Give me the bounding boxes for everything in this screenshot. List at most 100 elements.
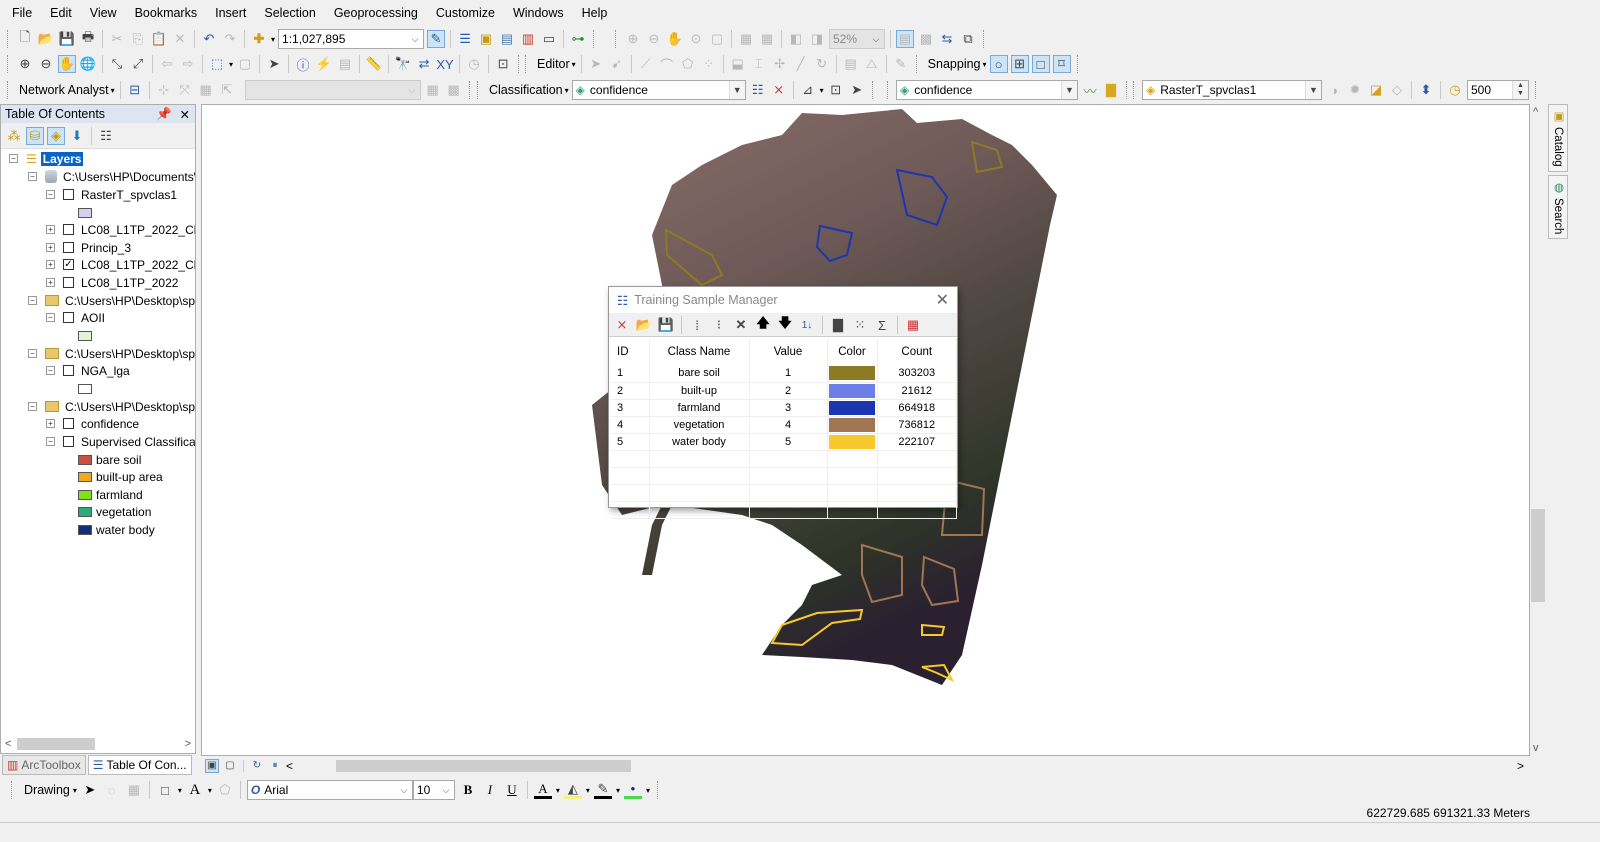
chevron-down-icon[interactable]: ▼ — [1061, 81, 1077, 99]
collapse-icon[interactable]: − — [46, 437, 55, 446]
model-builder-icon[interactable]: ⊶ — [569, 30, 587, 48]
marker-color-icon[interactable]: • — [623, 781, 642, 799]
fill-color-dropdown-icon[interactable]: ▾ — [586, 786, 590, 795]
histogram-icon[interactable]: ▇ — [1102, 81, 1120, 99]
paste-icon[interactable]: 📋 — [150, 30, 168, 48]
table-row[interactable]: 5 water body 5 222107 — [611, 433, 957, 451]
delete-icon[interactable]: ✕ — [732, 316, 750, 334]
fixed-zoom-in-icon[interactable]: ▦ — [737, 30, 755, 48]
text-dropdown-icon[interactable]: ▾ — [208, 786, 212, 795]
draw-dropdown-icon[interactable]: ▾ — [820, 86, 824, 95]
map-scale-combo[interactable]: 1:1,027,895 ⌵ — [278, 29, 425, 49]
delete-icon[interactable]: ✕ — [171, 30, 189, 48]
layer-visibility-checkbox[interactable] — [63, 277, 74, 288]
tab-arctoolbox[interactable]: ▥ ArcToolbox — [2, 755, 86, 775]
toc-group[interactable]: − C:\Users\HP\Desktop\spa — [28, 398, 195, 415]
cell-color[interactable] — [827, 382, 878, 400]
change-layout-icon[interactable]: ⇆ — [938, 30, 956, 48]
time-slider-icon[interactable]: ◷ — [465, 55, 483, 73]
zoom-whole-page-icon[interactable]: ⊙ — [687, 30, 705, 48]
layer-visibility-checkbox[interactable] — [63, 365, 74, 376]
build-network-icon[interactable]: ▦ — [197, 81, 215, 99]
layer-item[interactable]: + confidence — [46, 415, 139, 432]
sketch-properties-icon[interactable]: ⧍ — [863, 55, 881, 73]
close-icon[interactable]: ✕ — [936, 290, 949, 310]
fill-color-icon[interactable]: ◭ — [563, 781, 582, 799]
toolbar-grip[interactable] — [871, 81, 875, 99]
line-color-dropdown-icon[interactable]: ▾ — [616, 786, 620, 795]
layer-visibility-checkbox[interactable] — [63, 189, 74, 200]
search-window-icon[interactable]: ▤ — [498, 30, 516, 48]
collapse-icon[interactable]: − — [9, 154, 18, 163]
layer-item[interactable]: − NGA_lga — [46, 362, 130, 379]
chevron-down-icon[interactable]: ⌵ — [868, 30, 884, 48]
editor-toolbar-icon[interactable]: ✎ — [427, 30, 446, 48]
layers-root[interactable]: − ☰ Layers — [9, 150, 84, 167]
list-by-source-icon[interactable]: ⛁ — [26, 126, 44, 145]
text-icon[interactable]: A — [186, 781, 204, 799]
rectangle-dropdown-icon[interactable]: ▾ — [178, 786, 182, 795]
clear-training-samples-icon[interactable]: ⨯ — [770, 81, 788, 99]
fixed-zoom-out-icon[interactable]: ▦ — [758, 30, 776, 48]
spinner-icon[interactable]: ▲ ▼ — [1512, 81, 1528, 99]
toolbar-grip[interactable] — [1535, 81, 1538, 99]
menu-selection[interactable]: Selection — [252, 4, 321, 24]
layout-zoom-combo[interactable]: 52% ⌵ — [829, 29, 885, 49]
toolbar-grip[interactable] — [1133, 81, 1136, 99]
toolbar-grip[interactable] — [7, 30, 10, 48]
edit-annotation-icon[interactable]: ➹ — [608, 55, 626, 73]
select-elements-icon[interactable]: ➤ — [81, 781, 99, 799]
cell-value[interactable]: 5 — [749, 433, 828, 451]
expand-icon[interactable]: + — [46, 225, 55, 234]
zoom-to-selected-icon[interactable]: ▦ — [125, 781, 143, 799]
menu-help[interactable]: Help — [570, 4, 614, 24]
build-network-dataset-icon[interactable]: ▩ — [445, 81, 463, 99]
collapse-icon[interactable]: − — [28, 296, 37, 305]
collapse-icon[interactable]: − — [28, 349, 37, 358]
layer-visibility-checkbox[interactable] — [63, 312, 74, 323]
options-icon[interactable]: ☷ — [97, 127, 115, 145]
toolbar-grip[interactable] — [656, 781, 660, 799]
font-color-icon[interactable]: A — [533, 781, 552, 799]
toolbar-grip[interactable] — [983, 30, 986, 48]
menu-view[interactable]: View — [78, 4, 123, 24]
toolbar-grip[interactable] — [1076, 55, 1080, 73]
collapse-icon[interactable]: − — [46, 313, 55, 322]
toolbar-grip[interactable] — [7, 55, 10, 73]
find-route-icon[interactable]: ⇄ — [415, 55, 433, 73]
cut-polygons-icon[interactable]: ✢ — [771, 55, 789, 73]
cell-color[interactable] — [827, 416, 878, 434]
print-icon[interactable]: 🖶 — [79, 29, 97, 48]
merge-icon[interactable]: ⁞ — [688, 316, 706, 334]
zoom-out-icon[interactable]: ⊖ — [37, 55, 55, 73]
collapse-icon[interactable]: − — [28, 402, 37, 411]
drawing-dropdown-icon[interactable]: ▾ — [73, 786, 77, 795]
network-analyst-dropdown-icon[interactable]: ▾ — [111, 86, 115, 95]
editor-menu[interactable]: Editor — [534, 57, 573, 71]
menu-windows[interactable]: Windows — [501, 4, 570, 24]
swipe-icon[interactable]: ◪ — [1367, 81, 1385, 99]
expand-icon[interactable]: + — [46, 243, 55, 252]
html-popup-icon[interactable]: ▤ — [336, 55, 354, 73]
layer-item[interactable]: − RasterT_spvclas1 — [46, 186, 177, 203]
classification-menu[interactable]: Classification — [486, 83, 566, 97]
map-vertical-scrollbar[interactable]: ^ v — [1530, 104, 1546, 756]
effects-layer-combo[interactable]: ◈ RasterT_spvclas1 ▼ — [1142, 80, 1322, 100]
menu-insert[interactable]: Insert — [203, 4, 252, 24]
table-of-contents-icon[interactable]: ☰ — [456, 30, 474, 48]
toc-horizontal-scrollbar[interactable]: < > — [5, 737, 191, 751]
redo-icon[interactable]: ↷ — [221, 30, 239, 48]
chevron-down-icon[interactable]: ⌵ — [395, 781, 412, 799]
drawing-menu[interactable]: Drawing — [21, 783, 73, 797]
layer-item[interactable]: − Supervised Classification — [46, 433, 195, 450]
reshape-icon[interactable]: ⌶ — [750, 55, 768, 73]
chevron-down-icon[interactable]: ⌵ — [403, 81, 420, 99]
snapping-menu[interactable]: Snapping — [925, 57, 984, 71]
go-back-icon[interactable]: ⇦ — [158, 55, 176, 73]
hyperlink-icon[interactable]: ⚡ — [315, 55, 333, 73]
solve-icon[interactable]: ⇱ — [218, 81, 236, 99]
classification-layer-combo[interactable]: ◈ confidence ▼ — [571, 80, 746, 100]
flicker-rate-icon[interactable]: ◷ — [1446, 81, 1464, 99]
font-combo[interactable]: O Arial ⌵ — [246, 780, 413, 800]
menu-bookmarks[interactable]: Bookmarks — [123, 4, 204, 24]
